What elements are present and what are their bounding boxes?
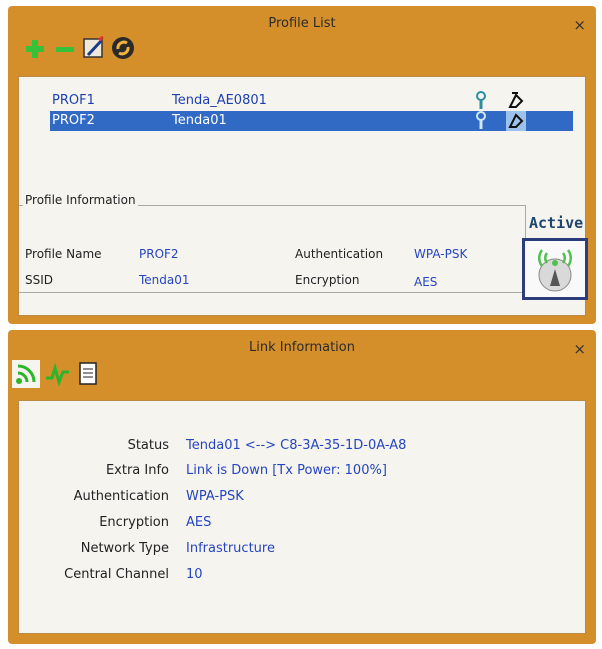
link-info-area: Status Tenda01 <--> C8-3A-35-1D-0A-A8 Ex… xyxy=(18,400,586,634)
profile-list-title: Profile List xyxy=(268,16,336,31)
activate-icon[interactable] xyxy=(110,35,136,61)
status-row: Status Tenda01 <--> C8-3A-35-1D-0A-A8 xyxy=(19,438,419,460)
profile-ssid: Tenda_AE0801 xyxy=(172,93,267,108)
add-icon[interactable] xyxy=(24,38,46,60)
profile-ssid: Tenda01 xyxy=(172,113,227,128)
profile-info-legend: Profile Information xyxy=(23,193,138,207)
authentication-row: Authentication WPA-PSK xyxy=(19,489,419,511)
central-channel-value: 10 xyxy=(186,567,203,582)
encryption-label: Encryption xyxy=(99,515,169,530)
auth-value: WPA-PSK xyxy=(414,247,468,261)
extra-info-label: Extra Info xyxy=(105,463,169,478)
encryption-row: Encryption AES xyxy=(19,515,419,537)
edit-icon[interactable] xyxy=(82,35,106,60)
status-value: Tenda01 <--> C8-3A-35-1D-0A-A8 xyxy=(186,438,407,453)
extra-info-row: Extra Info Link is Down [Tx Power: 100%] xyxy=(19,463,419,485)
handshake-icon xyxy=(506,111,526,135)
profile-row[interactable]: PROF1 Tenda_AE0801 xyxy=(50,91,573,111)
profile-name-value: PROF2 xyxy=(139,247,179,261)
document-icon[interactable] xyxy=(74,360,102,388)
active-connection-button[interactable] xyxy=(522,238,588,300)
profile-name: PROF2 xyxy=(52,113,95,128)
profile-list-area: PROF1 Tenda_AE0801 PROF2 Tenda01 Active … xyxy=(18,76,588,316)
profile-list-close-button[interactable]: × xyxy=(573,16,586,34)
profile-list-panel: Profile List × PROF1 Tenda_AE0801 PROF2 … xyxy=(8,6,596,324)
network-type-label: Network Type xyxy=(80,541,169,556)
encryption-value: AES xyxy=(186,515,212,530)
link-info-close-button[interactable]: × xyxy=(573,340,586,358)
profile-row-selected[interactable]: PROF2 Tenda01 xyxy=(50,111,573,131)
encryption-value: AES xyxy=(414,275,438,289)
chart-icon[interactable] xyxy=(44,360,72,388)
auth-label: Authentication xyxy=(295,247,384,261)
authentication-value: WPA-PSK xyxy=(186,489,244,504)
central-channel-label: Central Channel xyxy=(64,567,169,582)
profile-name-label: Profile Name xyxy=(25,247,102,261)
network-type-row: Network Type Infrastructure xyxy=(19,541,419,563)
authentication-label: Authentication xyxy=(73,489,169,504)
extra-info-value: Link is Down [Tx Power: 100%] xyxy=(186,463,387,478)
link-info-title: Link Information xyxy=(248,340,355,355)
profile-name: PROF1 xyxy=(52,93,95,108)
link-info-panel: Link Information × Status Tenda01 <--> C… xyxy=(8,330,596,644)
signal-icon[interactable] xyxy=(12,360,40,388)
network-type-value: Infrastructure xyxy=(186,541,275,556)
ssid-label: SSID xyxy=(25,273,54,287)
active-label: Active xyxy=(529,214,584,232)
ssid-value: Tenda01 xyxy=(139,273,190,287)
status-label: Status xyxy=(127,438,169,453)
encryption-label: Encryption xyxy=(295,273,360,287)
key-icon xyxy=(474,111,488,135)
central-channel-row: Central Channel 10 xyxy=(19,567,419,589)
remove-icon[interactable] xyxy=(54,38,76,60)
wireless-icon xyxy=(538,249,572,292)
